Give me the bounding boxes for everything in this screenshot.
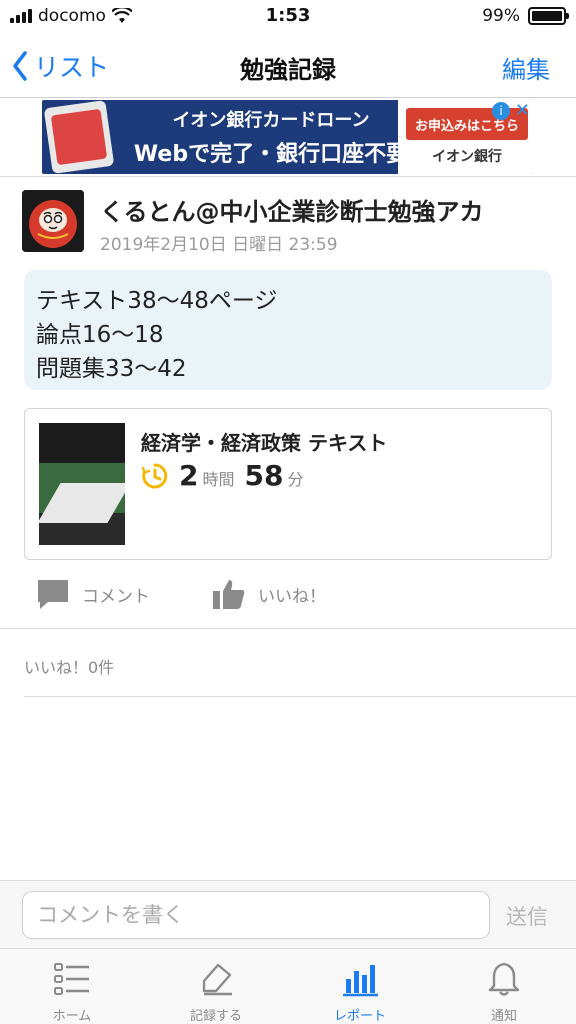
like-count[interactable]: いいね！0件 [24,654,114,678]
tab-report[interactable]: レポート [288,949,432,1024]
like-button[interactable]: いいね！ [212,578,326,610]
comment-bar: 送信 [0,880,576,948]
memo-line: テキスト38〜48ページ [36,288,278,314]
ad-cta-panel: お申込みはこちら イオン銀行 [398,100,534,174]
ad-bank-name: イオン銀行 [432,149,502,165]
bell-icon [488,962,520,996]
comment-icon [38,580,68,609]
user-name[interactable]: くるとん@中小企業診断士勉強アカ [100,192,484,227]
tab-label: 記録する [189,1009,242,1024]
battery-group: 99% [482,6,569,26]
duration-minutes-unit: 分 [287,470,304,489]
battery-percent: 99% [482,6,520,26]
duration-hours: 2 [179,459,199,492]
memo-box: テキスト38〜48ページ 論点16〜18 問題集33〜42 [24,270,552,390]
divider [24,696,576,697]
tab-notifications[interactable]: 通知 [432,949,576,1024]
memo-line: 論点16〜18 [36,322,164,348]
edit-button[interactable]: 編集 [502,50,550,85]
info-icon[interactable]: i [492,102,510,120]
battery-icon [528,7,569,25]
list-icon [54,963,89,995]
thumbs-up-icon [213,580,245,609]
pencil-icon [202,963,232,996]
post-date: 2019年2月10日 日曜日 23:59 [100,235,338,255]
status-bar: docomo 1:53 99% [0,0,576,32]
comment-input[interactable] [22,891,490,939]
memo-line: 問題集33〜42 [36,356,187,382]
study-duration: 2 時間 58 分 [141,459,309,492]
page-title: 勉強記録 [240,56,336,84]
tab-bar: ホーム 記録する レポート 通知 [0,948,576,1024]
close-icon[interactable]: ✕ [515,100,530,121]
comment-button[interactable]: コメント [36,578,150,610]
bar-chart-icon [343,965,378,997]
study-record-card[interactable]: 経済学・経済政策 テキスト 2 時間 58 分 [24,408,552,560]
tab-label: 通知 [490,1009,517,1024]
clock-icon [141,463,168,488]
tab-home[interactable]: ホーム [0,949,144,1024]
divider [0,628,576,629]
daruma-icon [22,190,84,252]
duration-minutes: 58 [244,459,284,492]
comment-label: コメント [82,586,150,607]
ad-headline: イオン銀行カードローン [172,110,370,131]
tab-label: ホーム [52,1009,92,1024]
tab-label: レポート [333,1009,386,1024]
navigation-bar: リスト 勉強記録 編集 [0,32,576,98]
ad-phone-image [43,100,115,174]
ad-banner[interactable]: イオン銀行カードローン Webで完了・銀行口座不要 お申込みはこちら イオン銀行… [42,100,534,174]
send-button[interactable]: 送信 [506,901,548,931]
duration-hours-unit: 時間 [202,470,235,489]
like-label: いいね！ [258,586,326,607]
divider [0,176,576,177]
avatar[interactable] [22,190,84,252]
tab-record[interactable]: 記録する [144,949,288,1024]
subject-title: 経済学・経済政策 テキスト [141,431,388,455]
book-cover-image [39,423,125,545]
ad-subline: Webで完了・銀行口座不要 [133,142,409,167]
